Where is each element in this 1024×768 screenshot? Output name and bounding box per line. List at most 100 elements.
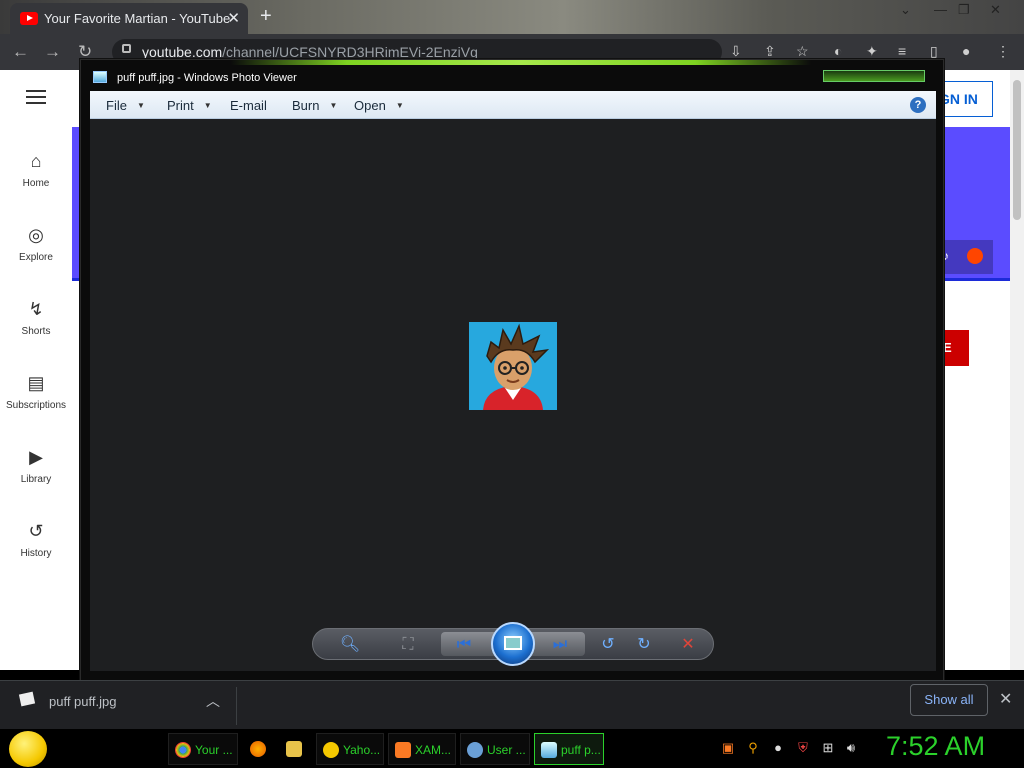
sidebar-item-explore[interactable]: ◎ Explore [0, 224, 72, 263]
xampp-tray-icon[interactable]: ▣ [720, 740, 736, 756]
home-icon: ⌂ [30, 151, 42, 171]
taskbar-clock[interactable]: 7:52 AM [886, 731, 985, 762]
search-tray-icon[interactable]: ⚲ [745, 740, 761, 756]
close-shelf-icon[interactable]: ✕ [999, 689, 1012, 709]
download-file-name[interactable]: puff puff.jpg [49, 694, 116, 709]
puzzle-icon[interactable]: ✦ [866, 43, 882, 59]
sidebar-item-label: History [20, 548, 52, 559]
new-tab-button[interactable]: + [260, 5, 272, 28]
sidebar-item-home[interactable]: ⌂ Home [0, 150, 72, 189]
taskbar-item-folder[interactable] [280, 733, 310, 765]
show-all-button[interactable]: Show all [910, 684, 988, 716]
photo-viewer-icon [541, 742, 557, 758]
tab-title: Your Favorite Martian - YouTube [44, 11, 231, 26]
delete-icon[interactable]: ✕ [677, 635, 699, 655]
shorts-icon: ↯ [28, 299, 44, 319]
scrollbar-thumb[interactable] [1013, 80, 1021, 220]
taskbar-item-firefox[interactable] [244, 733, 274, 765]
sidebar-item-library[interactable]: ▶ Library [0, 446, 72, 485]
taskbar-item-label: XAM... [415, 743, 452, 757]
file-icon [18, 691, 36, 707]
side-panel-icon[interactable]: ▯ [930, 43, 946, 59]
taskbar-item-label: User ... [487, 743, 526, 757]
hamburger-menu-icon[interactable] [26, 90, 46, 104]
taskbar-item-user-accounts[interactable]: User ... [460, 733, 530, 765]
profile-icon[interactable]: ● [962, 43, 978, 59]
history-icon: ↺ [28, 521, 44, 541]
extension-icon[interactable]: ◐ [834, 43, 850, 59]
tiktok-icon[interactable]: ♪ [943, 249, 957, 263]
divider [236, 687, 237, 725]
menu-open[interactable]: Open ▼ [354, 98, 404, 113]
chrome-icon [175, 742, 191, 758]
zoom-icon[interactable]: 🔍︎ [339, 635, 361, 655]
taskbar-item-label: puff p... [561, 743, 601, 757]
taskbar-item-yahoo[interactable]: Yaho... [316, 733, 384, 765]
sidebar-item-label: Shorts [21, 326, 51, 337]
browser-tab[interactable]: Your Favorite Martian - YouTube ✕ [10, 3, 248, 34]
window-close-icon[interactable]: ✕ [990, 2, 1001, 18]
previous-icon[interactable]: ⏮ [453, 635, 475, 655]
rotate-counterclockwise-icon[interactable]: ↺ [597, 635, 619, 655]
menu-burn[interactable]: Burn ▼ [292, 98, 337, 113]
menu-file[interactable]: File ▼ [106, 98, 145, 113]
help-icon[interactable]: ? [910, 97, 926, 113]
messenger-tray-icon[interactable]: ● [770, 740, 786, 756]
photo-canvas: 🔍︎ ⛶ ⏮ ⏭ ↺ ↻ ✕ [90, 119, 936, 671]
sidebar-item-history[interactable]: ↺ History [0, 520, 72, 559]
subscriptions-icon: ▤ [27, 373, 45, 393]
photo-viewer-app-icon [93, 71, 107, 83]
url-text: youtube.com/channel/UCFSNYRD3HRimEVi-2En… [142, 44, 478, 60]
volume-tray-icon[interactable]: 🔊︎ [843, 740, 859, 756]
photo-viewer-menubar: File ▼ Print ▼ E-mail Burn ▼ Open ▼ ? [90, 91, 936, 119]
bookmark-star-icon[interactable]: ☆ [796, 43, 812, 59]
menu-email[interactable]: E-mail [230, 98, 267, 113]
reading-list-icon[interactable]: ≡ [898, 43, 914, 59]
window-controls[interactable] [823, 70, 925, 82]
chevron-up-icon[interactable]: ︿ [206, 691, 220, 711]
window-glow [231, 60, 811, 65]
start-button-smiley-icon[interactable] [9, 731, 47, 767]
sidebar-item-shorts[interactable]: ↯ Shorts [0, 298, 72, 337]
photo-viewer-window: puff puff.jpg - Windows Photo Viewer Fil… [80, 59, 944, 681]
viewer-control-bar: 🔍︎ ⛶ ⏮ ⏭ ↺ ↻ ✕ [312, 622, 714, 666]
lock-icon [122, 44, 131, 53]
taskbar-item-photo-viewer[interactable]: puff p... [534, 733, 604, 765]
install-icon[interactable]: ⇩ [730, 43, 746, 59]
menu-print[interactable]: Print ▼ [167, 98, 212, 113]
sidebar-item-subscriptions[interactable]: ▤ Subscriptions [0, 372, 72, 411]
downloads-shelf: puff puff.jpg ︿ Show all ✕ [0, 680, 1024, 729]
youtube-favicon-icon [20, 12, 38, 25]
back-icon[interactable]: ← [12, 42, 29, 62]
xampp-icon [395, 742, 411, 758]
tab-close-icon[interactable]: ✕ [227, 9, 240, 27]
folder-icon [286, 741, 302, 757]
library-icon: ▶ [29, 447, 43, 467]
restore-icon[interactable]: ❐ [958, 2, 970, 18]
reddit-icon[interactable] [967, 248, 983, 264]
network-tray-icon[interactable]: ⊞ [820, 740, 836, 756]
rotate-clockwise-icon[interactable]: ↻ [633, 635, 655, 655]
taskbar-item-label: Yaho... [343, 743, 381, 757]
share-icon[interactable]: ⇪ [764, 43, 780, 59]
security-tray-icon[interactable]: ⛨ [795, 740, 811, 756]
forward-icon[interactable]: → [44, 42, 61, 62]
taskbar-item-xampp[interactable]: XAM... [388, 733, 456, 765]
sidebar-item-label: Subscriptions [5, 400, 67, 411]
sidebar-item-label: Library [20, 474, 52, 485]
actual-size-icon[interactable]: ⛶ [397, 635, 419, 655]
tab-search-icon[interactable]: ⌄ [900, 2, 911, 18]
yahoo-messenger-icon [323, 742, 339, 758]
user-accounts-icon [467, 742, 483, 758]
sidebar-item-label: Home [22, 178, 50, 189]
menu-dots-icon[interactable]: ⋮ [996, 43, 1012, 59]
next-icon[interactable]: ⏭ [549, 635, 571, 655]
window-title: puff puff.jpg - Windows Photo Viewer [117, 72, 297, 84]
page-scrollbar[interactable] [1010, 70, 1024, 670]
minimize-icon[interactable]: — [934, 2, 947, 17]
taskbar-item-chrome[interactable]: Your ... [168, 733, 238, 765]
firefox-icon [250, 741, 266, 757]
browser-tab-strip: Your Favorite Martian - YouTube ✕ + ⌄ — … [0, 0, 1024, 34]
slideshow-button[interactable] [491, 622, 535, 666]
cartoon-avatar-image [469, 322, 557, 410]
